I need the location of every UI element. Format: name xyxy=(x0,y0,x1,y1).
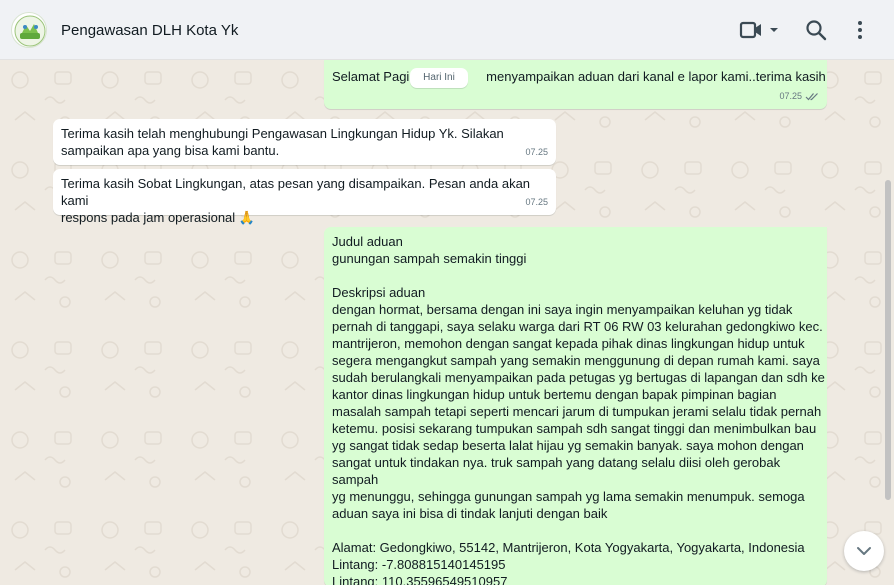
menu-button[interactable] xyxy=(846,16,874,44)
message-meta: 07.25 xyxy=(779,88,819,105)
chat-title[interactable]: Pengawasan DLH Kota Yk xyxy=(61,22,238,39)
message-text: Terima kasih telah menghubungi Pengawasa… xyxy=(61,126,504,158)
scrollbar-thumb[interactable] xyxy=(885,180,891,500)
chat-header: Pengawasan DLH Kota Yk xyxy=(0,0,894,60)
message-bubble-incoming[interactable]: Terima kasih Sobat Lingkungan, atas pesa… xyxy=(53,169,556,225)
message-time: 07.25 xyxy=(525,147,548,157)
search-icon xyxy=(806,20,827,41)
message-text: Terima kasih Sobat Lingkungan, atas pesa… xyxy=(61,176,531,225)
video-call-icon xyxy=(739,21,761,39)
message-time: 07.25 xyxy=(779,91,802,101)
message-bubble-outgoing[interactable]: Selamat Pagi a menyampaikan aduan dari ka… xyxy=(324,60,827,109)
day-separator: Hari Ini xyxy=(410,68,468,88)
message-time: 07.25 xyxy=(525,197,548,207)
scroll-to-bottom-button[interactable] xyxy=(844,531,884,571)
message-bubble-outgoing[interactable]: Judul aduan gunungan sampah semakin ting… xyxy=(324,227,827,585)
message-text: Selamat Pagi a menyampaikan aduan dari ka… xyxy=(332,69,826,84)
contact-avatar[interactable] xyxy=(11,12,47,48)
search-button[interactable] xyxy=(802,16,830,44)
conversation-panel[interactable]: Selamat Pagi a menyampaikan aduan dari ka… xyxy=(0,60,894,585)
chevron-down-icon xyxy=(857,547,871,555)
video-call-button[interactable] xyxy=(738,16,782,44)
message-meta: 07.25 xyxy=(525,194,548,211)
menu-dots-icon xyxy=(858,21,862,39)
dlh-logo-icon xyxy=(14,15,46,47)
chevron-down-icon xyxy=(770,28,778,32)
read-ticks-icon xyxy=(805,92,819,101)
message-bubble-incoming[interactable]: Terima kasih telah menghubungi Pengawasa… xyxy=(53,119,556,165)
folded-hands-emoji: 🙏 xyxy=(238,210,255,225)
message-meta: 07.25 xyxy=(525,144,548,161)
complaint-message-text: Judul aduan gunungan sampah semakin ting… xyxy=(332,234,825,585)
